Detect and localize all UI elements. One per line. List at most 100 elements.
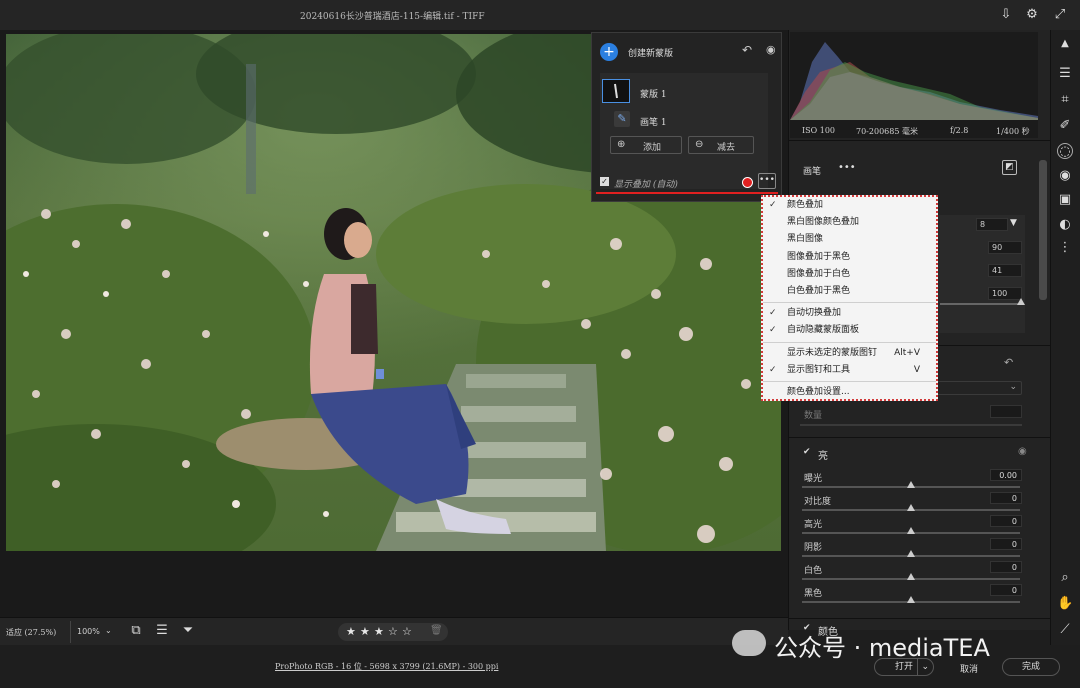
zoom-dropdown[interactable]: 100% ⌄ [70, 621, 114, 643]
export-icon[interactable]: ⇩ [998, 7, 1014, 23]
edit-sliders-icon[interactable]: ☰ [1057, 66, 1073, 82]
menu-item[interactable]: ✓ 自动隐藏蒙版面板 [763, 322, 936, 339]
menu-item[interactable]: 白色叠加于黑色 [763, 283, 936, 300]
slider-3[interactable]: 阴影 0 [800, 538, 1022, 562]
file-info-link[interactable]: ProPhoto RGB - 16 位 - 5698 x 3799 (21.6M… [275, 661, 498, 672]
slider-4[interactable]: 白色 0 [800, 561, 1022, 585]
divider [788, 618, 1050, 619]
rating-stars: ★ ★ ★ ☆ ☆ [346, 625, 416, 638]
menu-item-label: 自动切换叠加 [787, 308, 842, 319]
redeye-icon[interactable]: ◉ [1057, 168, 1073, 184]
slider-knob[interactable] [907, 550, 915, 557]
brush-panel-title: 画笔 [803, 167, 822, 177]
expand-icon[interactable]: ⤢ [1052, 7, 1068, 23]
heal-icon[interactable]: ✐ [1057, 118, 1073, 134]
add-button[interactable]: ⊕ 添加 [610, 136, 682, 154]
chevron-down-icon: ⌄ [1009, 382, 1017, 392]
star-icon[interactable]: ☆ [402, 625, 416, 638]
reset-icon[interactable]: ↶ [742, 43, 752, 57]
panel-scrollbar[interactable] [1039, 160, 1047, 300]
slider-value[interactable]: 0 [990, 538, 1022, 550]
flow-field[interactable]: 41 [988, 264, 1022, 277]
menu-item[interactable]: ✓ 自动切换叠加 [763, 305, 936, 322]
slider-knob[interactable] [907, 573, 915, 580]
subtract-button[interactable]: ⊖ 减去 [688, 136, 754, 154]
watermark: 公众号 · mediaTEA [728, 626, 1058, 664]
zoom-icon[interactable]: ⌕ [1057, 570, 1073, 586]
slider-value[interactable]: 0 [990, 492, 1022, 504]
bottom-toolbar: 适应 (27.5%) 100% ⌄ ⧉ ☰ ⏷ ★ ★ ★ ☆ ☆ 🗑 [0, 617, 788, 645]
presets-icon[interactable]: ◐ [1057, 217, 1073, 233]
more-icon[interactable]: ••• [758, 173, 776, 189]
brush-more-icon[interactable]: ••• [838, 162, 856, 173]
menu-item[interactable]: 颜色叠加设置... [763, 384, 936, 401]
menu-item[interactable]: 图像叠加于黑色 [763, 249, 936, 266]
menu-item-label: 黑白图像 [787, 234, 824, 245]
masking-icon[interactable]: ◌ [1057, 143, 1073, 159]
chevron-down-icon[interactable]: ✔ [803, 447, 811, 457]
reset-icon[interactable]: ↶ [1004, 356, 1013, 369]
light-section-title[interactable]: 亮 [818, 447, 828, 462]
filter-icon[interactable]: ⏷ [180, 623, 196, 639]
amount-track[interactable] [800, 424, 1022, 426]
overlay-color-swatch[interactable] [742, 177, 753, 188]
menu-item[interactable]: 黑白图像颜色叠加 [763, 214, 936, 231]
slider-value[interactable]: 0 [990, 561, 1022, 573]
divider [788, 437, 1050, 438]
slider-value[interactable]: 0.00 [990, 469, 1022, 481]
slider-5[interactable]: 黑色 0 [800, 584, 1022, 608]
sort-icon[interactable]: ☰ [154, 623, 170, 639]
star-rating[interactable]: ★ ★ ★ ☆ ☆ 🗑 [338, 623, 448, 641]
eye-icon[interactable]: ◉ [766, 43, 776, 56]
more-icon[interactable]: ⋮ [1057, 240, 1073, 256]
slider-value[interactable]: 0 [990, 584, 1022, 596]
density-knob[interactable] [1017, 298, 1025, 305]
slider-knob[interactable] [907, 527, 915, 534]
menu-item-label: 黑白图像颜色叠加 [787, 217, 860, 228]
snapshots-icon[interactable]: ▣ [1057, 192, 1073, 208]
slider-1[interactable]: 对比度 0 [800, 492, 1022, 516]
mask-item-label[interactable]: 蒙版 1 [640, 87, 667, 100]
gear-icon[interactable]: ⚙ [1024, 7, 1040, 23]
chevron-down-icon[interactable]: ▼ [1010, 218, 1017, 228]
histogram-toggle-icon[interactable]: ▲ [1057, 36, 1073, 52]
density-track[interactable] [940, 303, 1024, 305]
menu-separator [763, 380, 936, 382]
feather-field[interactable]: 90 [988, 241, 1022, 254]
slider-knob[interactable] [907, 481, 915, 488]
add-mask-icon[interactable]: + [600, 43, 618, 61]
amount-field[interactable] [990, 405, 1022, 418]
overlay-options-menu: ✓ 颜色叠加黑白图像颜色叠加 黑白图像图像叠加于黑色 图像叠加于白色 白色叠加于黑色 ✓ 自… [761, 195, 938, 401]
hand-icon[interactable]: ✋ [1057, 596, 1073, 612]
brush-size-field[interactable]: 8 [976, 218, 1008, 231]
overlay-checkbox[interactable]: ✓ [600, 177, 609, 186]
menu-item[interactable]: ✓ 颜色叠加 [763, 197, 936, 214]
trash-icon[interactable]: 🗑 [430, 625, 443, 636]
slider-knob[interactable] [907, 504, 915, 511]
fit-zoom-button[interactable]: 适应 (27.5%) [6, 627, 56, 638]
slider-2[interactable]: 高光 0 [800, 515, 1022, 539]
slider-knob[interactable] [907, 596, 915, 603]
create-mask-label[interactable]: 创建新蒙版 [628, 46, 673, 59]
compare-icon[interactable]: ⧉ [128, 623, 144, 639]
menu-item[interactable]: ✓ 显示图钉和工具 V [763, 362, 936, 379]
menu-item[interactable]: 黑白图像 [763, 231, 936, 248]
mask-panel: + 创建新蒙版 ↶ ◉ 蒙版 1 ✎ 画笔 1 ⊕ 添加 ⊖ 减去 ✓ 显示叠加… [591, 32, 782, 202]
star-icon[interactable]: ★ [374, 625, 388, 638]
crop-icon[interactable]: ⌗ [1057, 92, 1073, 108]
mask-thumbnail[interactable] [602, 79, 630, 103]
slider-0[interactable]: 曝光 0.00 [800, 469, 1022, 493]
star-icon[interactable]: ☆ [388, 625, 402, 638]
star-icon[interactable]: ★ [360, 625, 374, 638]
highlight-underline [596, 192, 778, 194]
slider-value[interactable]: 0 [990, 515, 1022, 527]
shutter-readout: 1/400 秒 [996, 127, 1030, 136]
menu-item[interactable]: 显示未选定的蒙版图钉 Alt+V [763, 345, 936, 362]
menu-item[interactable]: 图像叠加于白色 [763, 266, 936, 283]
eye-icon[interactable]: ◉ [1018, 446, 1027, 457]
brush-erase-icon[interactable]: ◩ [1002, 160, 1017, 175]
chevron-down-icon: ⌄ [105, 626, 112, 635]
star-icon[interactable]: ★ [346, 625, 360, 638]
eyedropper-icon[interactable]: ⟋ [1057, 622, 1073, 638]
brush-item-label[interactable]: 画笔 1 [640, 115, 667, 128]
